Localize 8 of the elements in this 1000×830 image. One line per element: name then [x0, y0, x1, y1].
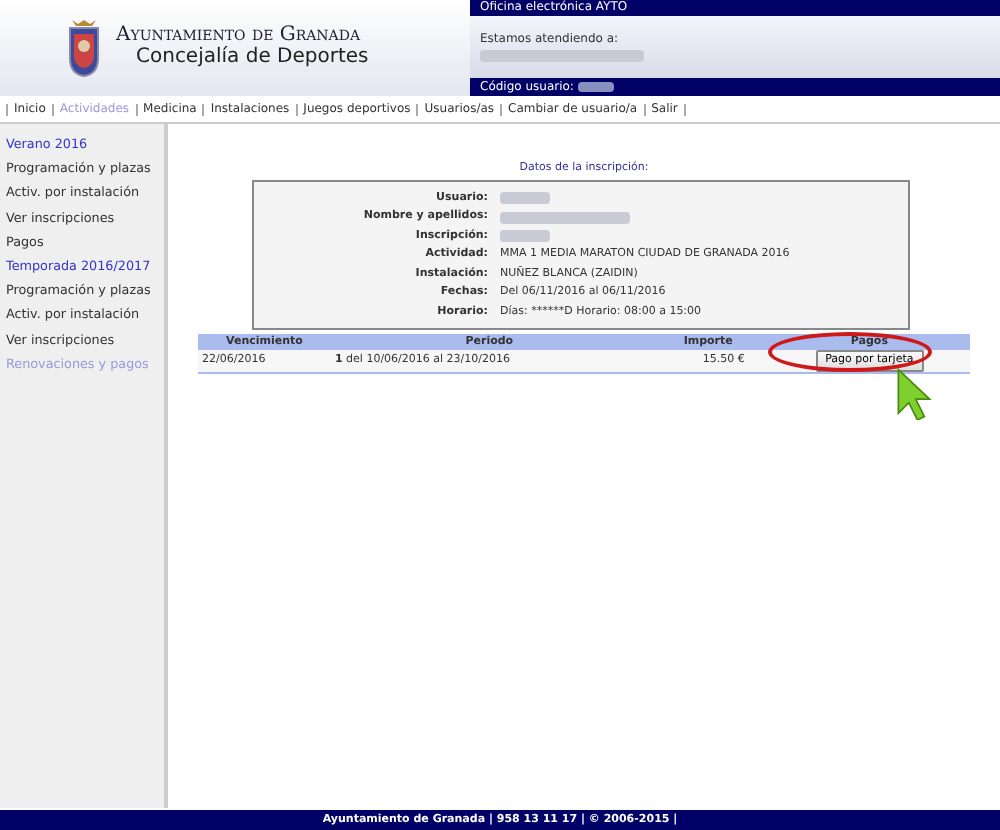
department-name: Concejalía de Deportes [134, 46, 369, 70]
coat-of-arms-icon [64, 18, 104, 78]
redacted-block [500, 211, 630, 223]
redacted-block [500, 230, 550, 242]
organization-name: Ayuntamiento de Granada [116, 26, 363, 46]
redacted-block [500, 192, 550, 204]
cursor-icon [894, 368, 934, 420]
redacted-block [577, 81, 614, 92]
